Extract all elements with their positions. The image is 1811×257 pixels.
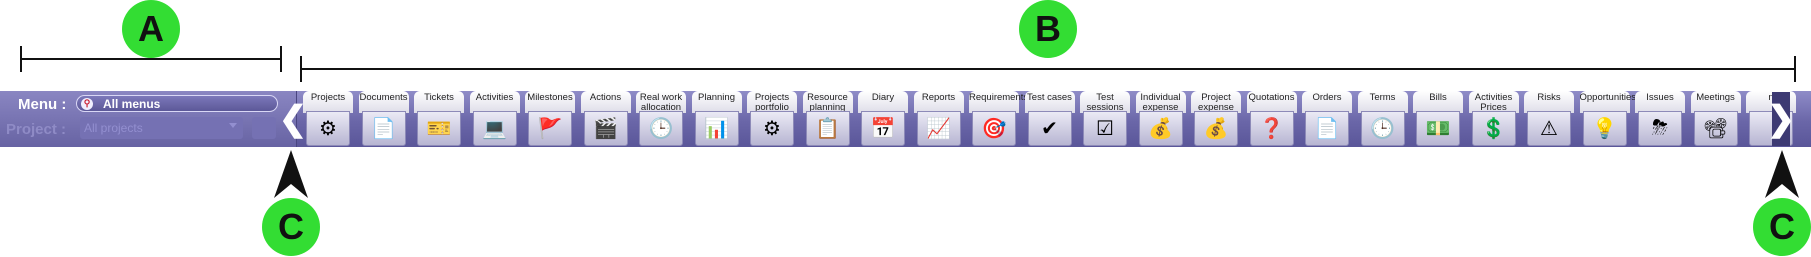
menu-tab-label: Meetings [1690,91,1741,113]
lightbulb-icon: 💡 [1582,111,1627,146]
menu-tab-opportunities[interactable]: Opportunities 💡 [1579,91,1636,146]
menu-tab-test-sessions[interactable]: Test sessions ☑ [1080,91,1130,146]
menu-tab-activities[interactable]: Activities 💻 [469,91,520,146]
menu-tab-project-expense[interactable]: Project expense 💰 [1191,91,1241,146]
menu-tab-label: Quotations [1246,91,1297,113]
menu-tab-projects-portfolio[interactable]: Projects portfolio ⚙ [747,91,797,146]
callout-a: A [122,0,180,58]
menu-tab-bills[interactable]: Bills 💵 [1413,91,1463,146]
menu-tab-issues[interactable]: Issues ⛈ [1635,91,1685,146]
menu-tab-documents[interactable]: Documents 📄 [358,91,409,146]
scroll-right-button[interactable]: ❯ [1767,92,1795,146]
menu-tab-label: Opportunities [1579,91,1636,113]
bill-icon: 💵 [1416,111,1460,146]
menu-tab-label: Terms [1357,91,1408,113]
scroll-left-button[interactable]: ❮ [279,92,308,146]
menu-tab-projects[interactable]: Projects ⚙ [303,91,353,146]
computer-icon: 💻 [472,111,517,146]
money-bag-person-icon: 💰 [1138,111,1183,146]
menu-tab-tickets[interactable]: Tickets 🎫 [414,91,464,146]
project-select[interactable]: All projects [80,117,243,139]
menu-tab-label: Planning [691,91,742,113]
arrow-up-icon [1765,150,1799,198]
menu-tab-real-work-allocation[interactable]: Real work allocation 🕒 [636,91,686,146]
menu-tab-orders[interactable]: Orders 📄 [1302,91,1352,146]
bracket-a [20,46,282,72]
project-button[interactable] [252,117,276,139]
menu-tab-label: Milestones [525,91,575,113]
menu-tab-resource-planning[interactable]: Resource planning 📋 [802,91,853,146]
menu-tab-test-cases[interactable]: Test cases ✔ [1024,91,1075,146]
callout-c-right: C [1753,198,1811,256]
menu-tab-label: Requirements [969,91,1028,113]
clock-screen-icon: 🕒 [639,111,683,146]
checkmark-icon: ✔ [1027,111,1072,146]
menu-tab-label: Projects portfolio [747,91,797,113]
menu-tab-label: Activities [469,91,520,113]
menu-tab-label: Activities Prices [1468,91,1519,113]
menu-tab-diary[interactable]: Diary 📅 [858,91,908,146]
menu-tab-label: Test sessions [1080,91,1130,113]
target-icon: 🎯 [972,111,1016,146]
flag-icon: 🚩 [528,111,572,146]
menu-tab-planning[interactable]: Planning 📊 [691,91,742,146]
term-clock-icon: 🕒 [1360,111,1405,146]
arrow-up-icon [274,150,308,198]
menu-tab-individual-expense[interactable]: Individual expense 💰 [1135,91,1186,146]
order-icon: 📄 [1305,111,1349,146]
menu-tab-meetings[interactable]: Meetings 📽 [1690,91,1741,146]
search-icon: ⚲ [81,97,93,110]
storm-icon: ⛈ [1638,111,1682,146]
menu-select[interactable]: ⚲ All menus [76,95,278,112]
menu-tab-label: Issues [1635,91,1685,113]
gantt-icon: 📊 [694,111,739,146]
quotation-icon: ❓ [1249,111,1294,146]
activity-price-icon: 💲 [1471,111,1516,146]
menu-tab-risks[interactable]: Risks ⚠ [1524,91,1574,146]
ticket-icon: 🎫 [417,111,461,146]
menu-tab-label: Diary [858,91,908,113]
menu-tab-terms[interactable]: Terms 🕒 [1357,91,1408,146]
chevron-down-icon [229,123,237,128]
menu-tab-label: Test cases [1024,91,1075,113]
menu-tab-label: Individual expense [1135,91,1186,113]
risk-icon: ⚠ [1527,111,1571,146]
menu-tab-label: Tickets [414,91,464,113]
menu-tab-label: Risks [1524,91,1574,113]
menu-tab-label: Project expense [1191,91,1241,113]
menu-tab-label: Reports [913,91,964,113]
menu-tab-milestones[interactable]: Milestones 🚩 [525,91,575,146]
presentation-icon: 📽 [1693,111,1738,146]
pie-chart-icon: 📈 [916,111,961,146]
checklist-icon: ☑ [1083,111,1127,146]
menu-tab-label: Documents [358,91,409,113]
calendar-clock-icon: 📅 [861,111,905,146]
menu-tab-label: Resource planning [802,91,853,113]
menu-tab-label: Orders [1302,91,1352,113]
gear-icon: ⚙ [306,111,350,146]
menu-tab-activities-prices[interactable]: Activities Prices 💲 [1468,91,1519,146]
menu-tab-label: Bills [1413,91,1463,113]
menu-tab-actions[interactable]: Actions 🎬 [580,91,631,146]
menu-tab-label: Actions [580,91,631,113]
menu-tab-quotations[interactable]: Quotations ❓ [1246,91,1297,146]
project-label: Project : [6,121,67,138]
menu-tab-label: Projects [303,91,353,113]
portfolio-gear-icon: ⚙ [750,111,794,146]
callout-c-left: C [262,198,320,256]
menu-tab-label: Real work allocation [636,91,686,113]
resource-planning-icon: 📋 [805,111,850,146]
menu-label: Menu : [18,96,67,113]
callout-b: B [1019,0,1077,58]
bracket-b [300,56,1796,82]
menu-select-value: All menus [103,96,161,111]
clapperboard-icon: 🎬 [583,111,628,146]
money-bag-gear-icon: 💰 [1194,111,1238,146]
menu-tab-requirements[interactable]: Requirements 🎯 [969,91,1028,146]
document-icon: 📄 [361,111,406,146]
chevron-right-icon: ❯ [1766,100,1796,138]
project-select-value: All projects [84,121,143,135]
menu-tab-reports[interactable]: Reports 📈 [913,91,964,146]
